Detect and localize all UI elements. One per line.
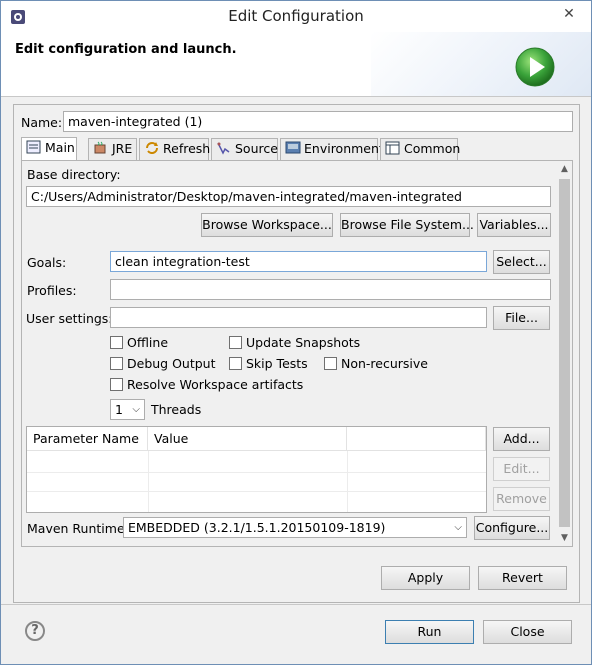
tab-refresh[interactable]: Refresh xyxy=(139,138,211,160)
configure-runtime-button[interactable]: Configure... xyxy=(474,516,550,540)
banner-heading: Edit configuration and launch. xyxy=(15,42,237,57)
tab-source-label: Source xyxy=(235,141,278,156)
run-button[interactable]: Run xyxy=(385,620,474,644)
footer-separator xyxy=(1,604,591,605)
resolve-workspace-label: Resolve Workspace artifacts xyxy=(127,377,304,392)
name-label: Name: xyxy=(21,115,63,130)
variables-button[interactable]: Variables... xyxy=(477,213,551,237)
tab-jre-label: JRE xyxy=(112,141,133,156)
skip-tests-checkbox-box[interactable] xyxy=(229,357,242,370)
refresh-icon xyxy=(146,142,158,154)
skip-tests-checkbox[interactable]: Skip Tests xyxy=(229,356,308,371)
jre-icon xyxy=(94,141,106,154)
select-goals-button[interactable]: Select... xyxy=(493,250,550,274)
offline-checkbox-box[interactable] xyxy=(110,336,123,349)
banner-decoration xyxy=(371,32,591,96)
threads-select[interactable]: 1 ⌵ xyxy=(110,399,145,420)
profiles-label: Profiles: xyxy=(27,283,77,298)
tab-environment[interactable]: Environment xyxy=(280,138,384,160)
add-parameter-button[interactable]: Add... xyxy=(493,427,550,451)
scroll-down-icon[interactable]: ▼ xyxy=(557,530,572,546)
update-snapshots-checkbox[interactable]: Update Snapshots xyxy=(229,335,360,350)
user-settings-input[interactable] xyxy=(110,307,487,328)
help-icon[interactable]: ? xyxy=(25,621,45,641)
goals-label: Goals: xyxy=(27,255,67,270)
revert-button[interactable]: Revert xyxy=(478,566,567,590)
source-icon xyxy=(217,142,230,155)
window-close-icon[interactable]: ✕ xyxy=(554,4,584,24)
tab-common-label: Common xyxy=(404,141,461,156)
offline-label: Offline xyxy=(127,335,169,350)
threads-value: 1 xyxy=(115,402,123,417)
threads-label: Threads xyxy=(151,402,202,417)
tab-refresh-label: Refresh xyxy=(163,141,211,156)
edit-parameter-button[interactable]: Edit... xyxy=(493,457,550,481)
base-directory-label: Base directory: xyxy=(27,167,121,182)
user-settings-label: User settings: xyxy=(26,311,113,326)
goals-input[interactable]: clean integration-test xyxy=(110,251,487,272)
window-title: Edit Configuration xyxy=(228,7,364,25)
remove-parameter-button[interactable]: Remove xyxy=(493,487,550,511)
update-snapshots-label: Update Snapshots xyxy=(246,335,361,350)
environment-icon xyxy=(285,141,301,154)
column-header-value[interactable]: Value xyxy=(148,427,347,451)
tab-main[interactable]: Main xyxy=(21,137,77,161)
common-icon xyxy=(385,141,400,155)
tab-environment-label: Environment xyxy=(304,141,384,156)
table-column-divider xyxy=(347,451,348,512)
apply-button[interactable]: Apply xyxy=(381,566,470,590)
maven-runtime-value: EMBEDDED (3.2.1/1.5.1.20150109-1819) xyxy=(128,520,386,535)
non-recursive-checkbox[interactable]: Non-recursive xyxy=(324,356,428,371)
column-header-parameter-name[interactable]: Parameter Name xyxy=(27,427,148,451)
file-button[interactable]: File... xyxy=(493,306,550,330)
tab-main-label: Main xyxy=(45,140,75,155)
title-bar: Edit Configuration ✕ xyxy=(1,1,591,32)
debug-output-label: Debug Output xyxy=(127,356,216,371)
chevron-down-icon: ⌵ xyxy=(132,404,140,415)
resolve-workspace-checkbox[interactable]: Resolve Workspace artifacts xyxy=(110,377,303,392)
browse-workspace-button[interactable]: Browse Workspace... xyxy=(201,213,333,237)
update-snapshots-checkbox-box[interactable] xyxy=(229,336,242,349)
scroll-up-icon[interactable]: ▲ xyxy=(557,161,572,177)
table-row-divider xyxy=(27,491,486,492)
scroll-thumb[interactable] xyxy=(559,179,570,527)
close-button[interactable]: Close xyxy=(483,620,572,644)
debug-output-checkbox-box[interactable] xyxy=(110,357,123,370)
edit-configuration-dialog: Edit Configuration ✕ Edit configuration … xyxy=(0,0,592,665)
tab-common[interactable]: Common xyxy=(380,138,461,160)
base-directory-input[interactable]: C:/Users/Administrator/Desktop/maven-int… xyxy=(26,186,551,207)
main-tab-icon xyxy=(26,140,41,154)
run-play-icon xyxy=(515,47,555,87)
maven-runtime-select[interactable]: EMBEDDED (3.2.1/1.5.1.20150109-1819) ⌵ xyxy=(123,517,467,538)
tab-source[interactable]: Source xyxy=(211,138,278,160)
table-column-divider xyxy=(148,451,149,512)
resolve-workspace-checkbox-box[interactable] xyxy=(110,378,123,391)
debug-output-checkbox[interactable]: Debug Output xyxy=(110,356,216,371)
non-recursive-label: Non-recursive xyxy=(341,356,428,371)
column-header-empty xyxy=(347,427,486,451)
non-recursive-checkbox-box[interactable] xyxy=(324,357,337,370)
offline-checkbox[interactable]: Offline xyxy=(110,335,168,350)
name-input[interactable]: maven-integrated (1) xyxy=(63,111,573,132)
maven-runtime-label: Maven Runtime: xyxy=(27,521,129,536)
table-row-divider xyxy=(27,472,486,473)
browse-file-system-button[interactable]: Browse File System... xyxy=(340,213,474,237)
chevron-down-icon: ⌵ xyxy=(454,522,462,533)
profiles-input[interactable] xyxy=(110,279,551,300)
parameters-table[interactable]: Parameter Name Value xyxy=(26,426,487,513)
tab-jre[interactable]: JRE xyxy=(88,138,137,160)
banner: Edit configuration and launch. xyxy=(1,32,591,97)
panel-scrollbar[interactable]: ▲ ▼ xyxy=(557,161,572,546)
skip-tests-label: Skip Tests xyxy=(246,356,308,371)
